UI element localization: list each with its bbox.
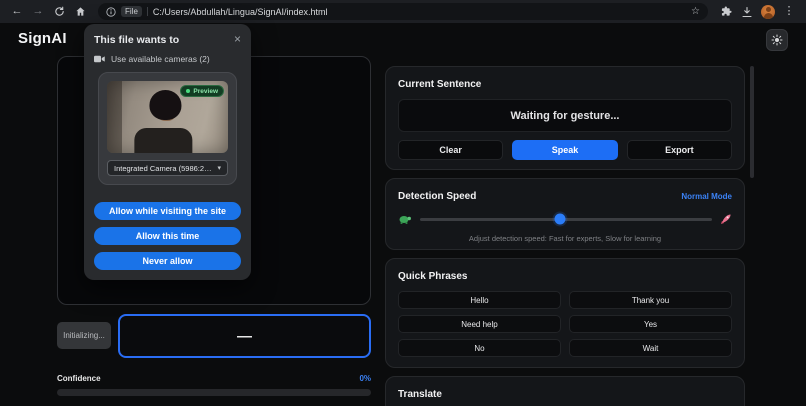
confidence-bar <box>57 389 371 396</box>
camera-permission-popup: This file wants to × Use available camer… <box>84 24 251 280</box>
detection-speed-title: Detection Speed <box>398 191 477 202</box>
camera-select-value: Integrated Camera (5986:216a) <box>114 163 214 173</box>
quick-phrase-button[interactable]: No <box>398 339 561 357</box>
quick-phrase-button[interactable]: Thank you <box>569 291 732 309</box>
screen: ← → File C:/Users/Abdullah/Lingua/SignAI… <box>0 0 806 406</box>
chevron-down-icon: ▾ <box>217 164 221 172</box>
download-icon <box>742 6 752 17</box>
address-bar[interactable]: File C:/Users/Abdullah/Lingua/SignAI/ind… <box>98 3 708 20</box>
never-allow-button[interactable]: Never allow <box>94 252 241 270</box>
popup-title: This file wants to <box>94 34 180 46</box>
sentence-display: Waiting for gesture... <box>398 99 732 132</box>
home-button[interactable] <box>73 4 87 20</box>
extensions-button[interactable] <box>719 4 733 20</box>
confidence-row: Confidence 0% <box>57 374 371 383</box>
rocket-icon <box>721 214 731 224</box>
translate-card: Translate <box>385 376 745 406</box>
clear-button[interactable]: Clear <box>398 140 504 160</box>
sun-icon <box>771 34 783 46</box>
person-hair <box>148 90 181 120</box>
allow-while-visiting-button[interactable]: Allow while visiting the site <box>94 202 241 220</box>
speed-slider-handle[interactable] <box>554 213 566 225</box>
quick-phrase-button[interactable]: Need help <box>398 315 561 333</box>
back-icon: ← <box>11 5 23 17</box>
theme-toggle-button[interactable] <box>766 29 788 51</box>
url-divider <box>146 7 148 16</box>
detected-letter: — <box>237 327 252 345</box>
bookmark-star-icon[interactable]: ☆ <box>691 6 700 17</box>
overflow-menu-icon: ⋮ <box>783 5 795 17</box>
close-button[interactable]: × <box>234 33 241 45</box>
forward-button[interactable]: → <box>31 4 45 20</box>
speed-slider-track[interactable] <box>420 213 712 225</box>
back-button[interactable]: ← <box>10 4 24 20</box>
speak-button[interactable]: Speak <box>512 140 618 160</box>
confidence-value: 0% <box>359 374 371 383</box>
allow-this-time-button[interactable]: Allow this time <box>94 227 241 245</box>
preview-dot-icon <box>186 89 191 93</box>
url-path: C:/Users/Abdullah/Lingua/SignAI/index.ht… <box>152 6 328 17</box>
preview-badge-label: Preview <box>193 87 218 95</box>
quick-phrase-button[interactable]: Hello <box>398 291 561 309</box>
profile-avatar[interactable] <box>761 4 775 19</box>
quick-phrase-button[interactable]: Wait <box>569 339 732 357</box>
home-icon <box>75 7 85 16</box>
camera-preview-panel: Preview Integrated Camera (5986:216a) ▾ <box>98 72 237 185</box>
camera-select-dropdown[interactable]: Integrated Camera (5986:216a) ▾ <box>107 160 228 176</box>
reload-button[interactable] <box>52 4 66 20</box>
app-title: SignAI <box>18 30 67 47</box>
turtle-icon <box>399 215 411 224</box>
site-info-icon[interactable] <box>106 6 116 17</box>
confidence-label: Confidence <box>57 374 101 383</box>
person-silhouette <box>133 128 192 153</box>
quick-phrases-card: Quick Phrases Hello Thank you Need help … <box>385 258 745 368</box>
export-button[interactable]: Export <box>626 140 732 160</box>
preview-badge: Preview <box>180 85 224 97</box>
speed-hint: Adjust detection speed: Fast for experts… <box>468 234 662 243</box>
reload-icon <box>54 6 64 16</box>
camera-preview: Preview <box>107 81 228 153</box>
quick-phrase-button[interactable]: Yes <box>569 315 732 333</box>
browser-toolbar: ← → File C:/Users/Abdullah/Lingua/SignAI… <box>0 0 806 23</box>
current-sentence-title: Current Sentence <box>398 79 482 90</box>
detected-letter-box: — <box>118 314 371 358</box>
scrollbar-thumb[interactable] <box>750 66 754 178</box>
background-detail <box>107 81 122 153</box>
translate-title: Translate <box>398 389 442 400</box>
speed-mode-label: Normal Mode <box>681 192 732 201</box>
camera-icon <box>94 55 105 63</box>
forward-icon: → <box>32 5 44 17</box>
downloads-button[interactable] <box>740 4 754 20</box>
close-icon: × <box>233 32 241 46</box>
detection-speed-card: Detection Speed Normal Mode Adjust detec… <box>385 178 745 250</box>
url-scheme-chip: File <box>121 6 142 17</box>
permission-text: Use available cameras (2) <box>111 54 210 64</box>
browser-menu-button[interactable]: ⋮ <box>782 4 796 20</box>
quick-phrases-title: Quick Phrases <box>398 271 468 282</box>
current-sentence-card: Current Sentence Waiting for gesture... … <box>385 66 745 170</box>
status-chip: Initializing... <box>57 322 111 349</box>
puzzle-icon <box>721 6 732 16</box>
